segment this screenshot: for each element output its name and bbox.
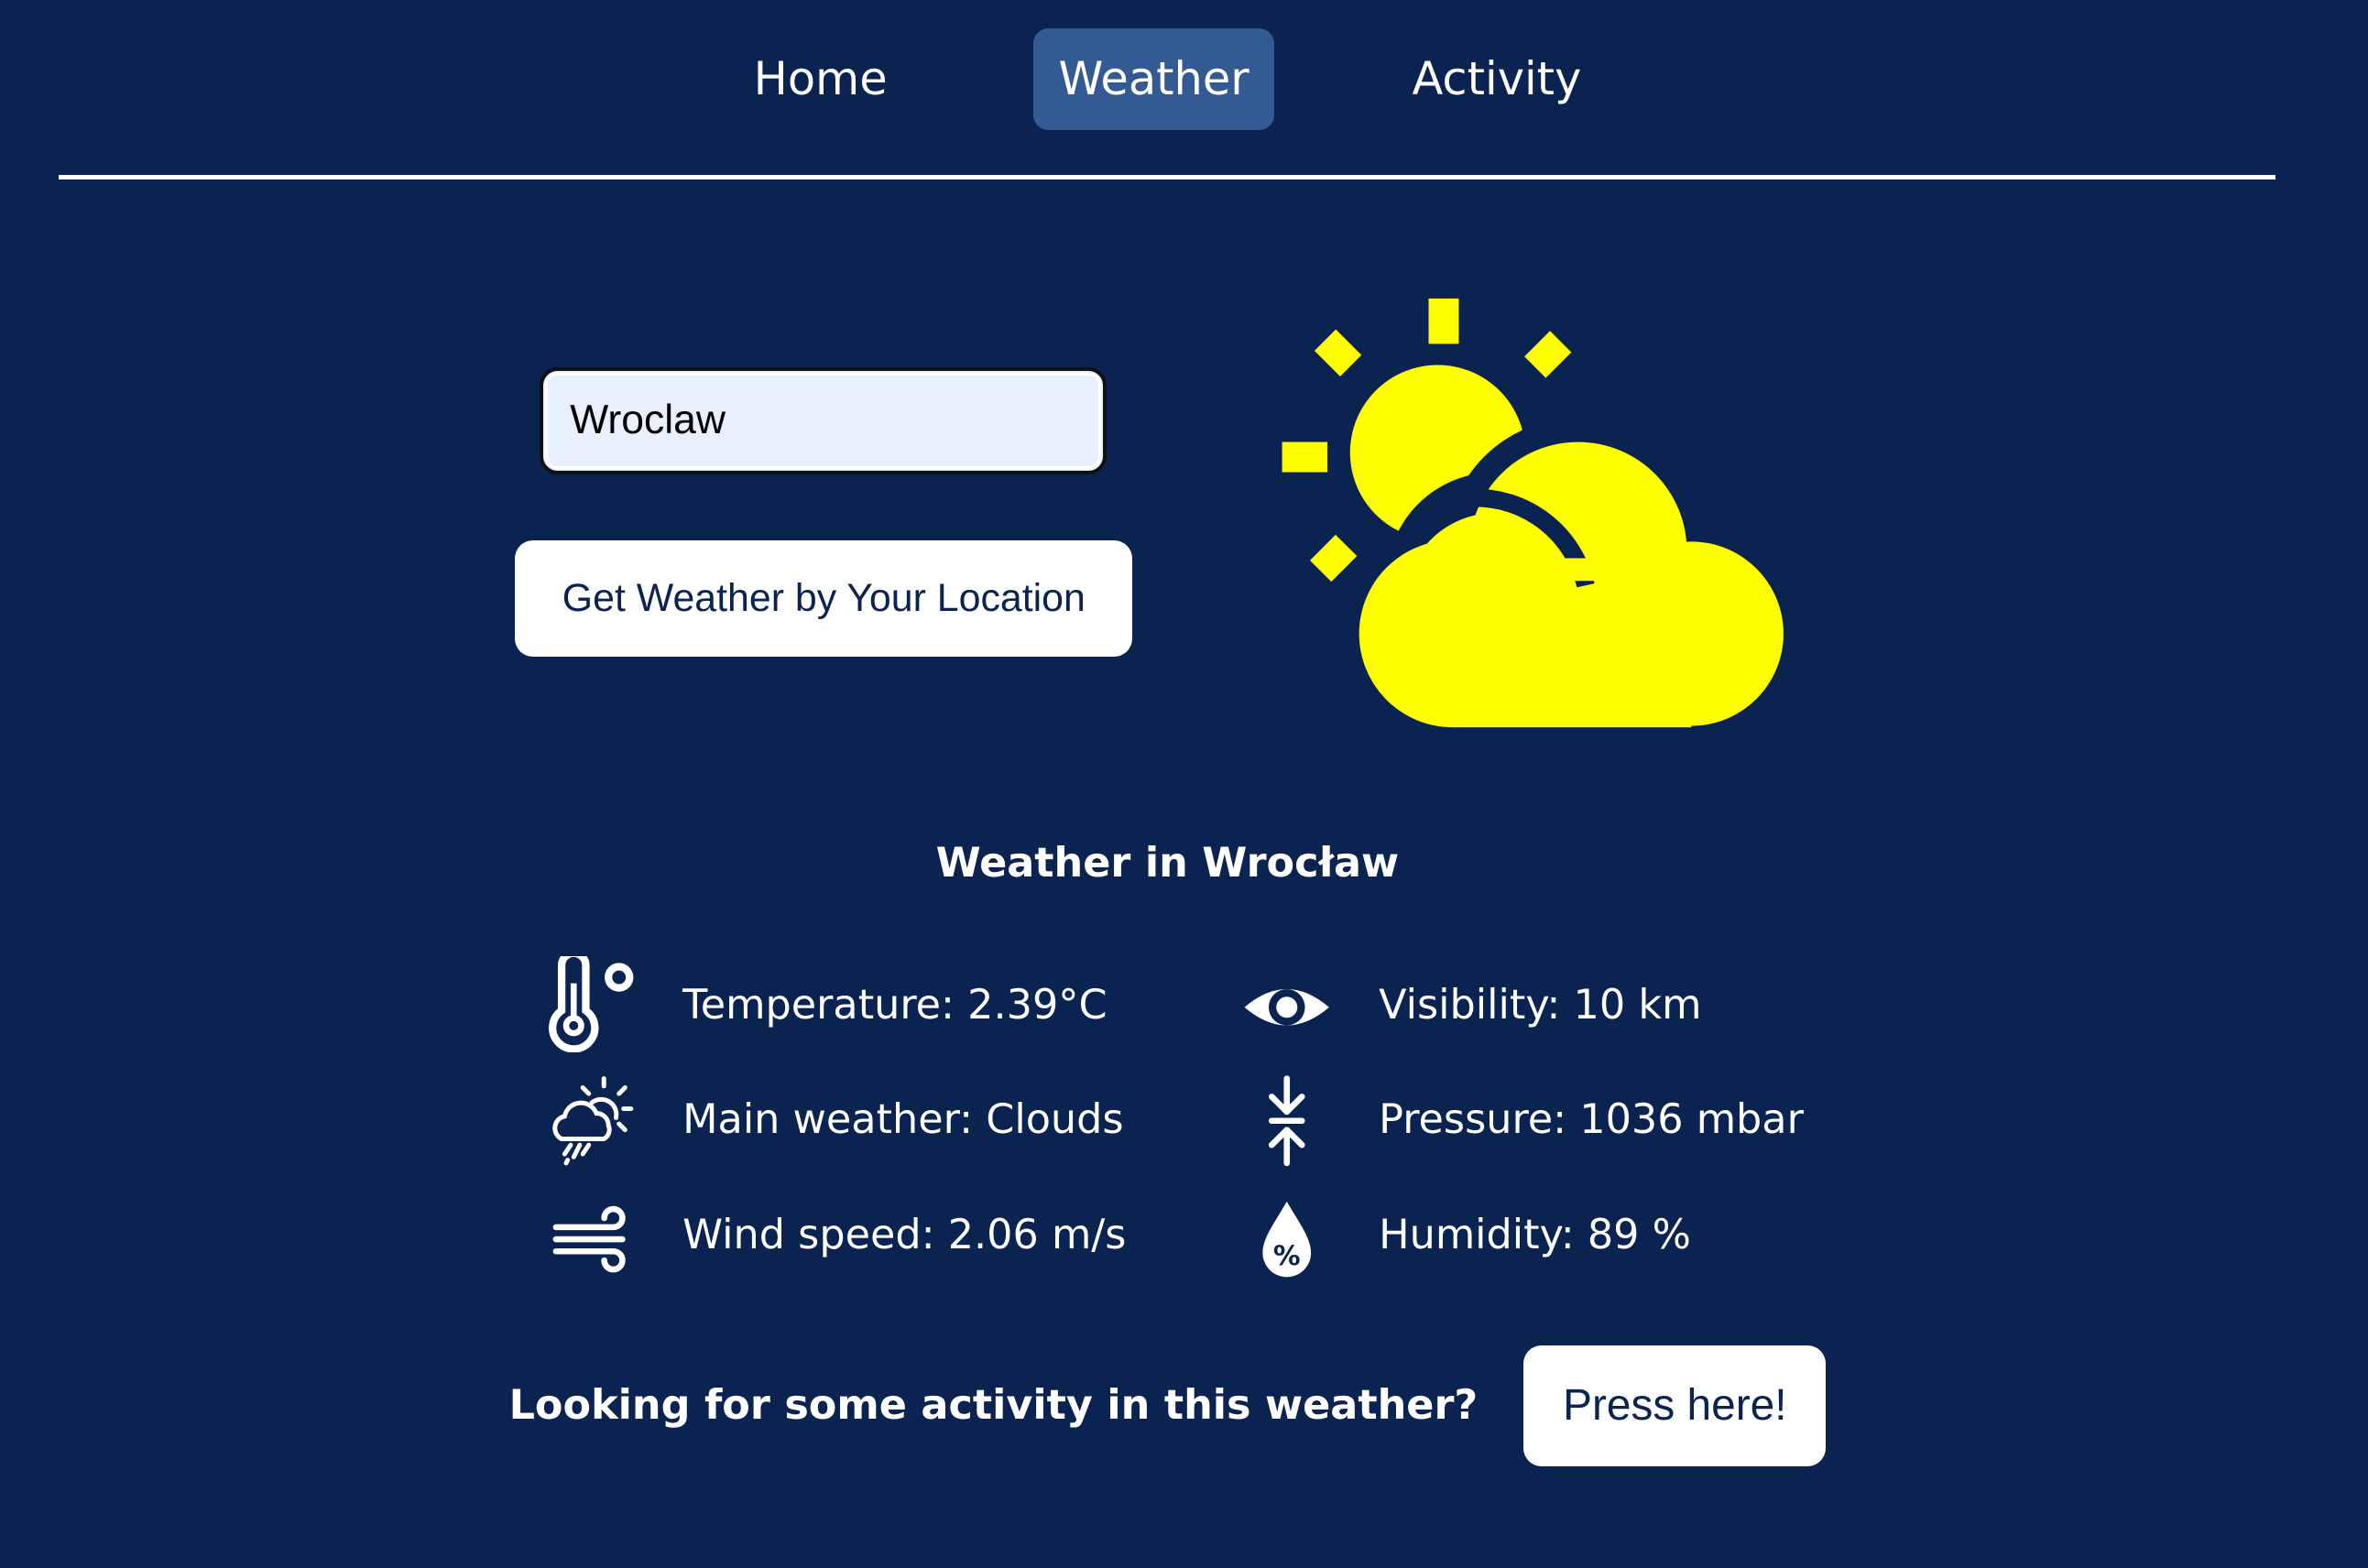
weather-location-title: Weather in Wrocław	[935, 839, 1400, 887]
get-weather-by-location-button[interactable]: Get Weather by Your Location	[515, 540, 1133, 658]
nav-activity[interactable]: Activity	[1412, 28, 1581, 129]
pressure-value: Pressure: 1036 mbar	[1379, 1096, 1804, 1144]
thermometer-icon	[549, 955, 634, 1053]
activity-prompt: Looking for some activity in this weathe…	[508, 1381, 1479, 1429]
pressure-icon	[1268, 1074, 1305, 1166]
visibility-value: Visibility: 10 km	[1379, 981, 1702, 1029]
press-here-button[interactable]: Press here!	[1523, 1345, 1827, 1466]
partly-cloudy-icon	[1282, 299, 1784, 728]
main-weather-value: Main weather: Clouds	[682, 1096, 1124, 1144]
cloud-rain-sun-icon	[552, 1075, 634, 1165]
wind-icon	[552, 1206, 626, 1273]
wind-speed-value: Wind speed: 2.06 m/s	[682, 1211, 1127, 1258]
nav-weather[interactable]: Weather	[1032, 28, 1275, 130]
nav-home[interactable]: Home	[754, 28, 888, 129]
humidity-value: Humidity: 89 %	[1379, 1211, 1691, 1258]
city-search-input[interactable]	[539, 366, 1108, 474]
nav-divider	[59, 175, 2276, 180]
weather-page: Home Weather Activity Get Weather by You…	[0, 0, 2368, 1568]
humidity-icon: %	[1262, 1202, 1311, 1278]
eye-icon	[1244, 988, 1329, 1026]
temperature-value: Temperature: 2.39°C	[682, 981, 1108, 1029]
svg-text:%: %	[1273, 1240, 1301, 1272]
